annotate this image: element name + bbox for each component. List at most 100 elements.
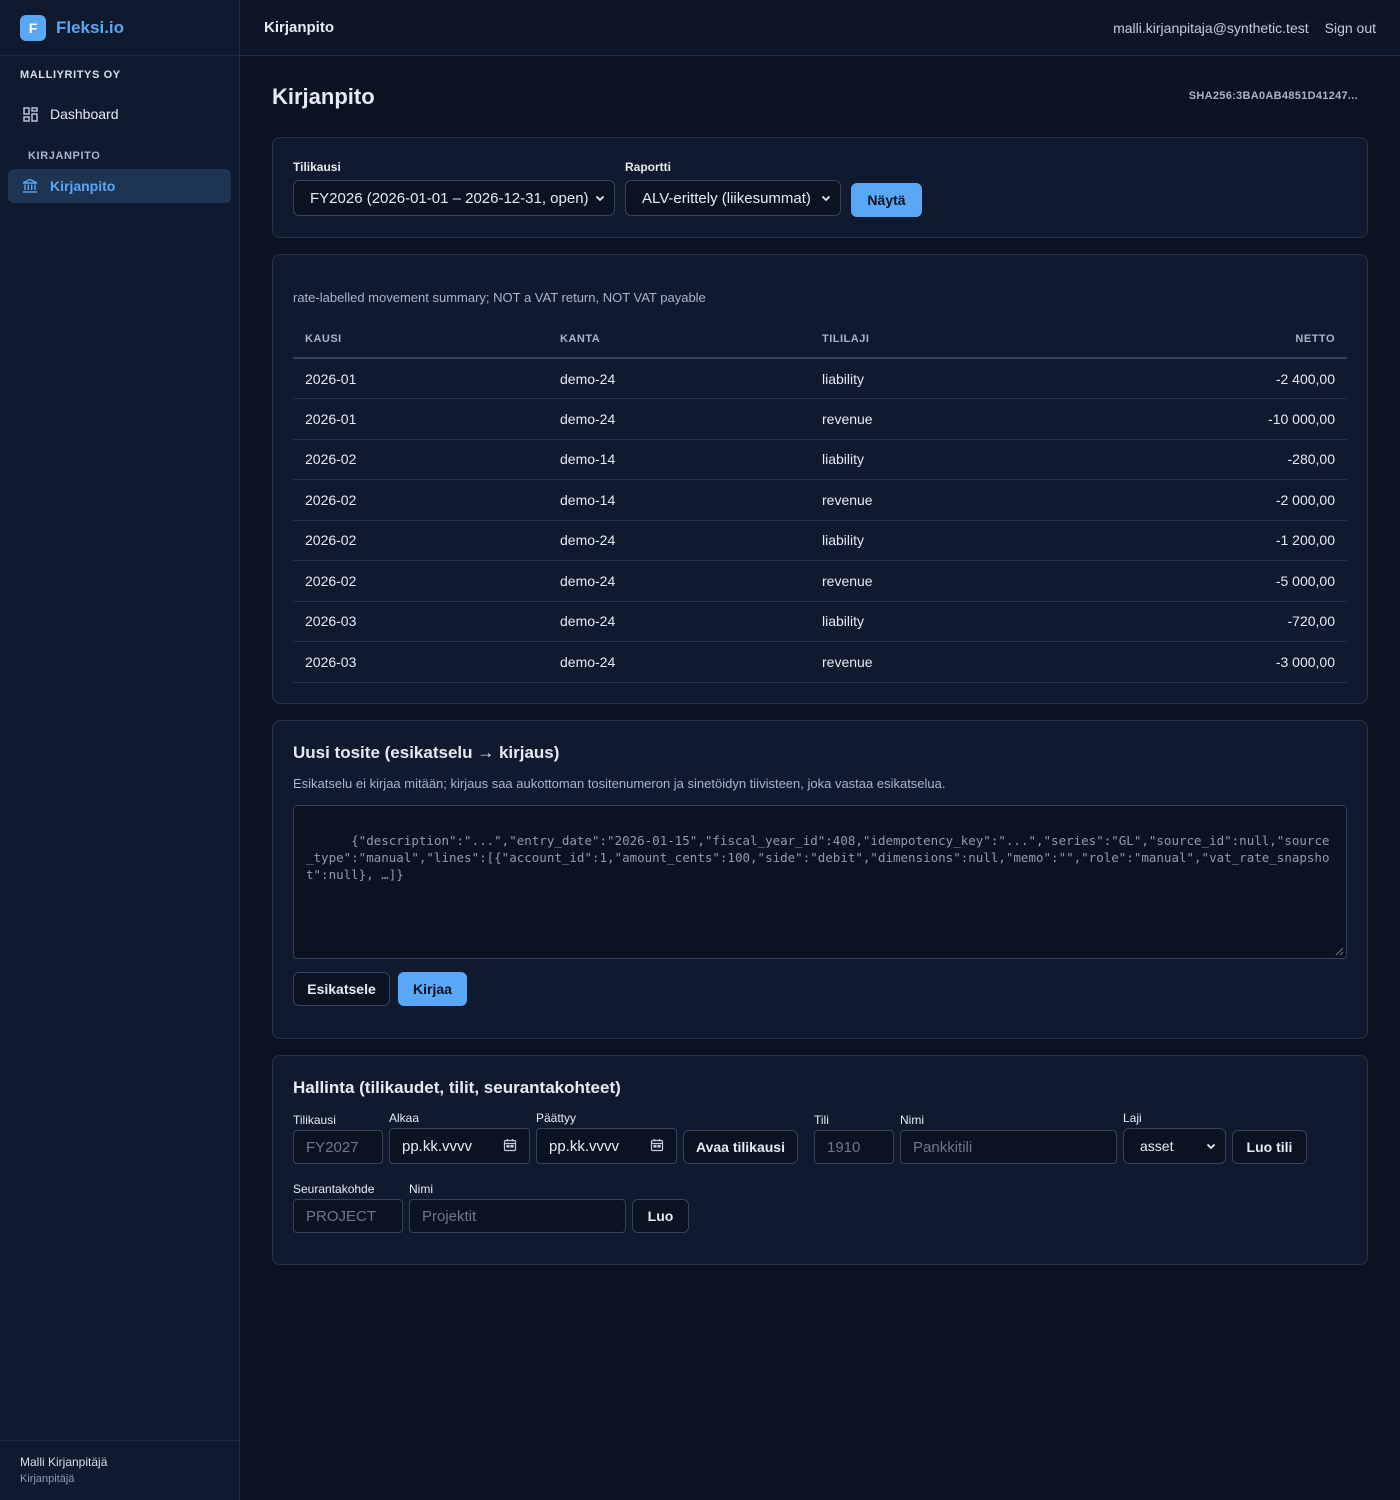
column-header-kanta: KANTA: [548, 321, 810, 359]
open-fiscal-year-button[interactable]: Avaa tilikausi: [683, 1130, 798, 1164]
account-type-label: Laji: [1123, 1111, 1142, 1125]
account-name-input[interactable]: Pankkitili: [900, 1130, 1117, 1164]
topbar-title: Kirjanpito: [264, 19, 334, 36]
report-table: KAUSI KANTA TILILAJI NETTO 2026-01 demo-…: [293, 321, 1347, 683]
dimension-label: Seurantakohde: [293, 1182, 375, 1196]
page-title: Kirjanpito: [272, 84, 375, 109]
sidebar-item-dashboard[interactable]: Dashboard: [8, 97, 231, 131]
end-date-placeholder: pp.kk.vvvv: [549, 1137, 620, 1155]
cell-account-type: liability: [810, 601, 1029, 642]
cell-period: 2026-03: [293, 641, 548, 683]
cell-rate: demo-24: [548, 601, 810, 642]
post-button[interactable]: Kirjaa: [398, 972, 467, 1006]
table-row: 2026-02 demo-14 liability -280,00: [293, 439, 1347, 480]
user-role: Kirjanpitäjä: [20, 1473, 75, 1485]
user-info: Malli Kirjanpitäjä Kirjanpitäjä: [0, 1440, 240, 1500]
cell-net: -2 400,00: [1028, 358, 1347, 399]
voucher-card: Uusi tosite (esikatselu → kirjaus) Esika…: [272, 720, 1368, 1039]
column-header-netto: NETTO: [1028, 321, 1347, 359]
chevron-down-icon: [821, 195, 831, 202]
cell-account-type: revenue: [810, 398, 1029, 440]
column-header-kausi: KAUSI: [293, 321, 548, 359]
brand[interactable]: F Fleksi.io: [0, 0, 239, 56]
voucher-json-textarea[interactable]: {"description":"...","entry_date":"2026-…: [293, 805, 1347, 959]
account-number-input[interactable]: 1910: [814, 1130, 894, 1164]
chevron-down-icon: [595, 195, 605, 202]
report-select[interactable]: ALV-erittely (liikesummat): [625, 180, 841, 216]
cell-rate: demo-24: [548, 641, 810, 683]
organization-name: MALLIYRITYS OY: [20, 69, 121, 81]
report-note: rate-labelled movement summary; NOT a VA…: [293, 290, 706, 305]
cell-account-type: revenue: [810, 479, 1029, 521]
cell-rate: demo-24: [548, 358, 810, 399]
sidebar-item-label: Dashboard: [50, 106, 119, 122]
sidebar-item-kirjanpito[interactable]: Kirjanpito: [8, 169, 231, 203]
user-email: malli.kirjanpitaja@synthetic.test: [1113, 19, 1309, 36]
end-date-input[interactable]: pp.kk.vvvv: [536, 1128, 677, 1164]
create-account-button[interactable]: Luo tili: [1232, 1130, 1307, 1164]
cell-net: -5 000,00: [1028, 560, 1347, 602]
fiscal-year-label: Tilikausi: [293, 160, 341, 174]
sidebar-item-label: Kirjanpito: [50, 178, 116, 194]
preview-button[interactable]: Esikatsele: [293, 972, 390, 1006]
table-row: 2026-02 demo-24 revenue -5 000,00: [293, 560, 1347, 602]
account-name-label: Nimi: [900, 1113, 924, 1127]
topbar: Kirjanpito malli.kirjanpitaja@synthetic.…: [240, 0, 1400, 56]
report-label: Raportti: [625, 160, 671, 174]
table-header-row: KAUSI KANTA TILILAJI NETTO: [293, 321, 1347, 359]
dimension-name-input[interactable]: Projektit: [409, 1199, 626, 1233]
cell-account-type: revenue: [810, 560, 1029, 602]
cell-rate: demo-24: [548, 398, 810, 440]
table-row: 2026-01 demo-24 revenue -10 000,00: [293, 398, 1347, 440]
new-fiscal-year-input[interactable]: FY2027: [293, 1130, 383, 1164]
cell-period: 2026-03: [293, 601, 548, 642]
start-date-input[interactable]: pp.kk.vvvv: [389, 1128, 530, 1164]
cell-account-type: liability: [810, 358, 1029, 399]
report-value: ALV-erittely (liikesummat): [642, 189, 811, 207]
textarea-placeholder: {"description":"...","entry_date":"2026-…: [306, 833, 1330, 882]
cell-net: -3 000,00: [1028, 641, 1347, 683]
chevron-down-icon: [1206, 1143, 1216, 1150]
sign-out-link[interactable]: Sign out: [1325, 20, 1376, 36]
cell-account-type: liability: [810, 520, 1029, 561]
report-card: rate-labelled movement summary; NOT a VA…: [272, 254, 1368, 704]
account-type-select[interactable]: asset: [1123, 1128, 1226, 1164]
dimension-name-label: Nimi: [409, 1182, 433, 1196]
cell-net: -720,00: [1028, 601, 1347, 642]
cell-rate: demo-24: [548, 560, 810, 602]
table-row: 2026-03 demo-24 revenue -3 000,00: [293, 641, 1347, 683]
account-type-value: asset: [1140, 1138, 1174, 1154]
calendar-icon[interactable]: [503, 1138, 517, 1152]
cell-rate: demo-14: [548, 479, 810, 521]
show-report-button[interactable]: Näytä: [851, 183, 922, 217]
table-row: 2026-02 demo-14 revenue -2 000,00: [293, 479, 1347, 521]
voucher-title: Uusi tosite (esikatselu → kirjaus): [293, 743, 560, 762]
start-date-placeholder: pp.kk.vvvv: [402, 1137, 473, 1155]
table-row: 2026-01 demo-24 liability -2 400,00: [293, 358, 1347, 399]
cell-rate: demo-14: [548, 439, 810, 480]
admin-card: Hallinta (tilikaudet, tilit, seurantakoh…: [272, 1055, 1368, 1265]
cell-account-type: liability: [810, 439, 1029, 480]
column-header-tililaji: TILILAJI: [810, 321, 1029, 359]
cell-period: 2026-01: [293, 398, 548, 440]
cell-period: 2026-01: [293, 358, 548, 399]
sidebar: F Fleksi.io MALLIYRITYS OY Dashboard KIR…: [0, 0, 240, 1500]
fiscal-year-value: FY2026 (2026-01-01 – 2026-12-31, open): [310, 189, 589, 207]
cell-net: -1 200,00: [1028, 520, 1347, 561]
calendar-icon[interactable]: [650, 1138, 664, 1152]
cell-period: 2026-02: [293, 439, 548, 480]
create-dimension-button[interactable]: Luo: [632, 1199, 689, 1233]
new-fiscal-year-label: Tilikausi: [293, 1113, 336, 1127]
brand-name: Fleksi.io: [56, 17, 125, 37]
fiscal-year-select[interactable]: FY2026 (2026-01-01 – 2026-12-31, open): [293, 180, 615, 216]
bank-icon: [22, 178, 38, 194]
table-row: 2026-03 demo-24 liability -720,00: [293, 601, 1347, 642]
filter-card: Tilikausi FY2026 (2026-01-01 – 2026-12-3…: [272, 137, 1368, 238]
cell-period: 2026-02: [293, 479, 548, 521]
cell-net: -280,00: [1028, 439, 1347, 480]
dimension-input[interactable]: PROJECT: [293, 1199, 403, 1233]
resize-handle-icon[interactable]: [1334, 946, 1344, 956]
account-number-label: Tili: [814, 1113, 829, 1127]
end-date-label: Päättyy: [536, 1111, 577, 1125]
nav-section-title: KIRJANPITO: [28, 150, 101, 162]
